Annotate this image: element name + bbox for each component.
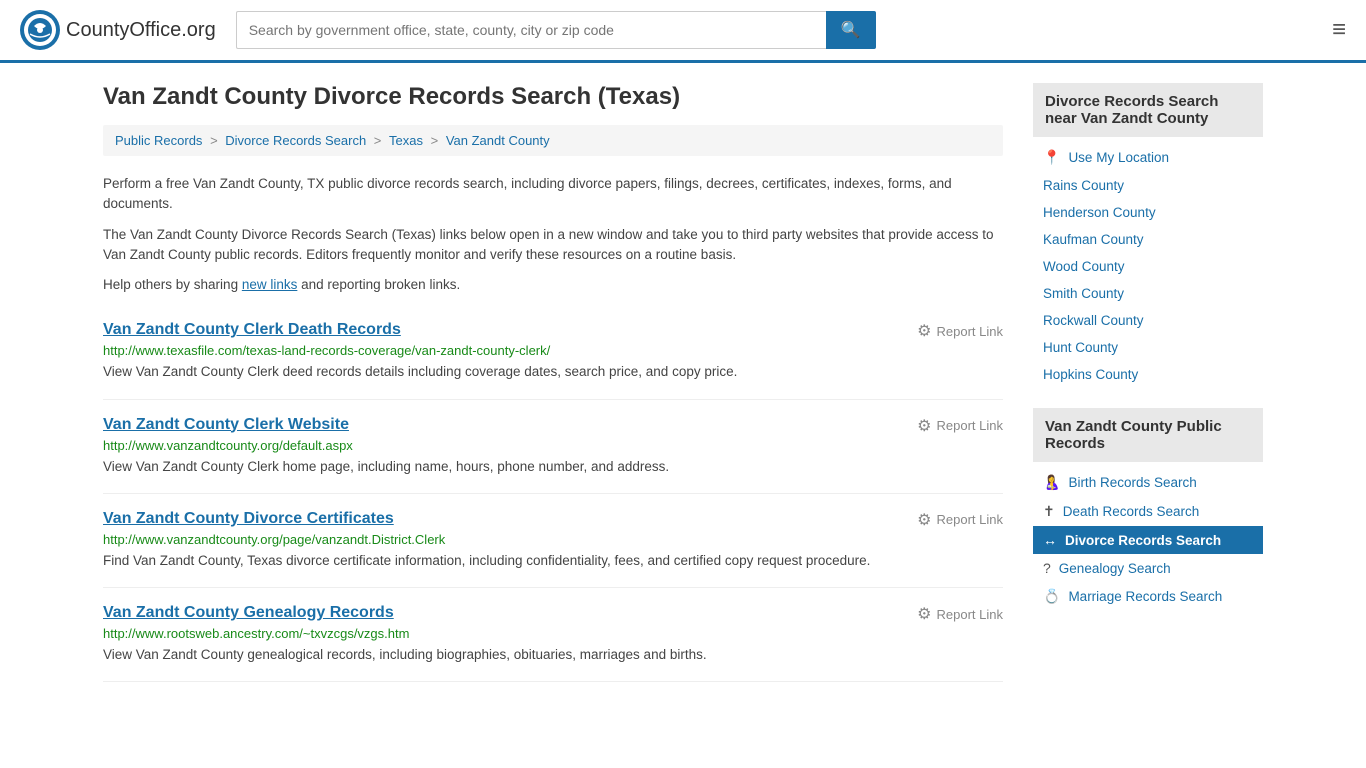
report-link-2[interactable]: ⚙ Report Link xyxy=(917,416,1003,436)
public-records-section: Van Zandt County Public Records 🤱 Birth … xyxy=(1033,408,1263,611)
sidebar-item-wood[interactable]: Wood County xyxy=(1033,253,1263,280)
result-desc-4: View Van Zandt County genealogical recor… xyxy=(103,645,1003,665)
main-layout: Van Zandt County Divorce Records Search … xyxy=(83,63,1283,702)
breadcrumb-public-records[interactable]: Public Records xyxy=(115,133,202,148)
sidebar-item-genealogy[interactable]: ? Genealogy Search xyxy=(1033,554,1263,582)
report-icon: ⚙ xyxy=(917,321,931,341)
divorce-icon: ↔ xyxy=(1043,532,1057,548)
use-location-link[interactable]: Use My Location xyxy=(1068,150,1169,165)
sidebar-item-kaufman[interactable]: Kaufman County xyxy=(1033,226,1263,253)
result-url-3[interactable]: http://www.vanzandtcounty.org/page/vanza… xyxy=(103,532,1003,547)
report-icon: ⚙ xyxy=(917,416,931,436)
result-title-1[interactable]: Van Zandt County Clerk Death Records xyxy=(103,321,401,338)
result-desc-2: View Van Zandt County Clerk home page, i… xyxy=(103,457,1003,477)
result-item: ⚙ Report Link Van Zandt County Genealogy… xyxy=(103,588,1003,682)
sidebar-item-hunt[interactable]: Hunt County xyxy=(1033,334,1263,361)
intro-para1: Perform a free Van Zandt County, TX publ… xyxy=(103,174,1003,215)
breadcrumb-van-zandt[interactable]: Van Zandt County xyxy=(446,133,550,148)
result-item: ⚙ Report Link Van Zandt County Clerk Dea… xyxy=(103,305,1003,399)
breadcrumb: Public Records > Divorce Records Search … xyxy=(103,125,1003,156)
logo-main-text: CountyOffice xyxy=(66,19,181,41)
result-title-3[interactable]: Van Zandt County Divorce Certificates xyxy=(103,510,394,527)
sidebar-item-rains[interactable]: Rains County xyxy=(1033,172,1263,199)
sidebar-item-death-records[interactable]: ✝ Death Records Search xyxy=(1033,497,1263,526)
sidebar-item-divorce-records[interactable]: ↔ Divorce Records Search xyxy=(1033,526,1263,554)
new-links[interactable]: new links xyxy=(242,277,298,292)
search-input[interactable] xyxy=(236,11,826,49)
result-item: ⚙ Report Link Van Zandt County Clerk Web… xyxy=(103,400,1003,494)
death-icon: ✝ xyxy=(1043,503,1055,520)
result-item: ⚙ Report Link Van Zandt County Divorce C… xyxy=(103,494,1003,588)
result-desc-1: View Van Zandt County Clerk deed records… xyxy=(103,362,1003,382)
search-area: 🔍 xyxy=(236,11,876,49)
result-title-4[interactable]: Van Zandt County Genealogy Records xyxy=(103,604,394,621)
search-button[interactable]: 🔍 xyxy=(826,11,876,49)
sidebar-item-rockwall[interactable]: Rockwall County xyxy=(1033,307,1263,334)
report-link-4[interactable]: ⚙ Report Link xyxy=(917,604,1003,624)
logo-text: CountyOffice.org xyxy=(66,19,216,42)
result-url-4[interactable]: http://www.rootsweb.ancestry.com/~txvzcg… xyxy=(103,626,1003,641)
sidebar-item-henderson[interactable]: Henderson County xyxy=(1033,199,1263,226)
report-icon: ⚙ xyxy=(917,604,931,624)
main-content: Van Zandt County Divorce Records Search … xyxy=(103,83,1003,682)
breadcrumb-divorce-records[interactable]: Divorce Records Search xyxy=(225,133,366,148)
birth-icon: 🤱 xyxy=(1043,474,1060,491)
intro-para3: Help others by sharing new links and rep… xyxy=(103,275,1003,295)
page-title: Van Zandt County Divorce Records Search … xyxy=(103,83,1003,111)
sidebar-item-smith[interactable]: Smith County xyxy=(1033,280,1263,307)
intro-para2: The Van Zandt County Divorce Records Sea… xyxy=(103,225,1003,266)
report-link-1[interactable]: ⚙ Report Link xyxy=(917,321,1003,341)
result-url-2[interactable]: http://www.vanzandtcounty.org/default.as… xyxy=(103,438,1003,453)
nearby-section: Divorce Records Search near Van Zandt Co… xyxy=(1033,83,1263,388)
result-title-2[interactable]: Van Zandt County Clerk Website xyxy=(103,416,349,433)
sidebar-item-birth-records[interactable]: 🤱 Birth Records Search xyxy=(1033,468,1263,497)
public-records-header: Van Zandt County Public Records xyxy=(1033,408,1263,462)
breadcrumb-texas[interactable]: Texas xyxy=(389,133,423,148)
report-link-3[interactable]: ⚙ Report Link xyxy=(917,510,1003,530)
use-location[interactable]: 📍 Use My Location xyxy=(1033,143,1263,172)
genealogy-icon: ? xyxy=(1043,560,1051,576)
nearby-header: Divorce Records Search near Van Zandt Co… xyxy=(1033,83,1263,137)
sidebar: Divorce Records Search near Van Zandt Co… xyxy=(1033,83,1263,682)
report-icon: ⚙ xyxy=(917,510,931,530)
result-desc-3: Find Van Zandt County, Texas divorce cer… xyxy=(103,551,1003,571)
result-url-1[interactable]: http://www.texasfile.com/texas-land-reco… xyxy=(103,343,1003,358)
logo-icon xyxy=(20,10,60,50)
marriage-icon: 💍 xyxy=(1043,588,1060,605)
site-header: CountyOffice.org 🔍 ≡ xyxy=(0,0,1366,63)
sidebar-item-hopkins[interactable]: Hopkins County xyxy=(1033,361,1263,388)
logo[interactable]: CountyOffice.org xyxy=(20,10,216,50)
location-pin-icon: 📍 xyxy=(1043,149,1060,166)
sidebar-item-marriage-records[interactable]: 💍 Marriage Records Search xyxy=(1033,582,1263,611)
hamburger-menu-icon[interactable]: ≡ xyxy=(1332,16,1346,44)
logo-suffix: .org xyxy=(181,19,215,41)
results-list: ⚙ Report Link Van Zandt County Clerk Dea… xyxy=(103,305,1003,682)
